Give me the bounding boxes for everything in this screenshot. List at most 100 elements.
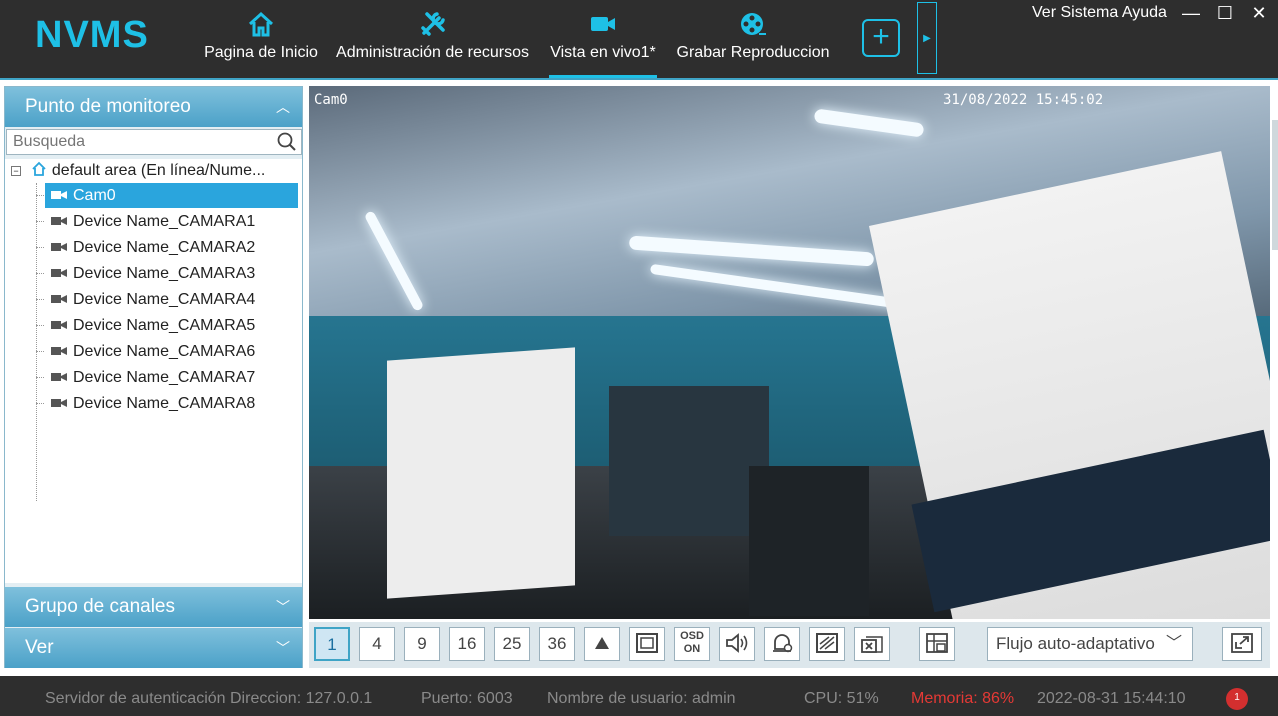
camera-icon (51, 217, 67, 225)
nav-playback[interactable]: Grabar Reproduccion (675, 10, 831, 70)
tree-camera-7[interactable]: Device Name_CAMARA7 (36, 365, 298, 390)
popout-icon (1231, 633, 1253, 653)
osd-label: OSD (680, 630, 704, 642)
right-scrollbar[interactable] (1272, 120, 1278, 250)
channel-group-title: Grupo de canales (25, 596, 175, 617)
tree-camera-3[interactable]: Device Name_CAMARA3 (36, 261, 298, 286)
memory-status: Memoria: 86% (911, 690, 1015, 707)
camera-label: Device Name_CAMARA1 (73, 213, 256, 230)
layout-4-button[interactable]: 4 (359, 627, 395, 661)
video-camera-icon (591, 17, 615, 31)
stretch-icon (816, 633, 838, 653)
top-bar: NVMS Pagina de Inicio Administración de … (0, 0, 1278, 80)
camera-icon (51, 191, 67, 199)
camera-label: Device Name_CAMARA4 (73, 291, 256, 308)
video-paper-sign (387, 347, 575, 599)
tree-root-default-area[interactable]: − default area (En línea/Nume... (11, 161, 265, 183)
port-status: Puerto: 6003 (421, 690, 513, 707)
video-rack (749, 466, 869, 616)
stream-mode-select[interactable]: Flujo auto-adaptativo ﹀ (987, 627, 1193, 661)
camera-label: Device Name_CAMARA7 (73, 369, 256, 386)
camera-icon (51, 295, 67, 303)
minimize-button[interactable]: — (1180, 2, 1202, 24)
camera-icon (51, 399, 67, 407)
monitor-point-title: Punto de monitoreo (25, 96, 191, 117)
camera-icon (51, 269, 67, 277)
auth-server-status: Servidor de autenticación Direccion: 127… (45, 690, 373, 707)
view-title: Ver (25, 637, 54, 658)
alarm-badge[interactable]: 1 (1226, 688, 1248, 710)
chevron-down-icon: ﹀ (1165, 635, 1182, 652)
speaker-icon (726, 633, 748, 653)
search-input[interactable] (7, 130, 267, 154)
video-timestamp: 31/08/2022 15:45:02 (943, 92, 1104, 108)
tree-camera-5[interactable]: Device Name_CAMARA5 (36, 313, 298, 338)
chevron-down-icon: ﹀ (276, 640, 290, 656)
fullscreen-icon (636, 633, 658, 653)
camera-label: Device Name_CAMARA2 (73, 239, 256, 256)
add-tab-button[interactable]: + (862, 19, 900, 57)
datetime-status: 2022-08-31 15:44:10 (1037, 690, 1186, 707)
search-icon[interactable] (277, 132, 297, 152)
layout-36-button[interactable]: 36 (539, 627, 575, 661)
user-status: Nombre de usuario: admin (547, 690, 736, 707)
stretch-button[interactable] (809, 627, 845, 661)
tree-camera-4[interactable]: Device Name_CAMARA4 (36, 287, 298, 312)
layout-25-button[interactable]: 25 (494, 627, 530, 661)
app-logo: NVMS (35, 14, 149, 56)
tree-camera-6[interactable]: Device Name_CAMARA6 (36, 339, 298, 364)
chevron-down-icon: ﹀ (276, 599, 290, 615)
layout-16-button[interactable]: 16 (449, 627, 485, 661)
layout-1-button[interactable]: 1 (314, 627, 350, 661)
nav-resource-admin-label: Administración de recursos (336, 44, 529, 61)
tree-camera-1[interactable]: Device Name_CAMARA1 (36, 209, 298, 234)
nav-live-view-label: Vista en vivo1* (550, 44, 656, 61)
tree-camera-cam0[interactable]: Cam0 (36, 183, 298, 208)
tree-camera-8[interactable]: Device Name_CAMARA8 (36, 391, 298, 416)
fullscreen-button[interactable] (629, 627, 665, 661)
layout-9-button[interactable]: 9 (404, 627, 440, 661)
channel-group-header[interactable]: Grupo de canales ﹀ (5, 587, 302, 627)
camera-icon (51, 347, 67, 355)
osd-toggle-button[interactable]: OSD ON (674, 627, 710, 661)
camera-label: Device Name_CAMARA6 (73, 343, 256, 360)
camera-icon (51, 373, 67, 381)
film-reel-icon (741, 13, 766, 35)
tab-scroll-button[interactable]: ▶ (917, 2, 937, 74)
save-view-button[interactable] (919, 627, 955, 661)
tree-connector (36, 183, 37, 501)
camera-label: Cam0 (73, 187, 116, 204)
camera-label: Device Name_CAMARA5 (73, 317, 256, 334)
tree-camera-2[interactable]: Device Name_CAMARA2 (36, 235, 298, 260)
nav-live-view[interactable]: Vista en vivo1* (549, 10, 657, 78)
nav-home[interactable]: Pagina de Inicio (204, 10, 318, 70)
close-all-button[interactable] (854, 627, 890, 661)
nav-home-label: Pagina de Inicio (204, 44, 318, 61)
maximize-button[interactable]: ☐ (1214, 2, 1236, 24)
live-video-pane[interactable]: Cam0 31/08/2022 15:45:02 (309, 86, 1270, 619)
status-bar: Servidor de autenticación Direccion: 127… (0, 676, 1278, 716)
video-camera-name: Cam0 (314, 92, 348, 108)
alarm-output-button[interactable] (764, 627, 800, 661)
camera-label: Device Name_CAMARA3 (73, 265, 256, 282)
camera-icon (51, 321, 67, 329)
nav-resource-admin[interactable]: Administración de recursos (333, 10, 532, 70)
chevron-up-icon: ︿ (276, 99, 290, 115)
triangle-up-icon (595, 637, 609, 649)
top-menu[interactable]: Ver Sistema Ayuda (1032, 4, 1167, 22)
audio-button[interactable] (719, 627, 755, 661)
close-window-icon (861, 636, 883, 653)
popout-button[interactable] (1222, 627, 1262, 661)
close-button[interactable]: ✕ (1248, 2, 1270, 24)
home-icon (32, 161, 47, 176)
collapse-icon[interactable]: − (11, 165, 21, 176)
video-toolbar: 1 4 9 16 25 36 OSD ON Flujo auto-adaptat… (309, 622, 1270, 668)
tools-icon (420, 12, 445, 36)
stream-mode-value: Flujo auto-adaptativo (996, 634, 1155, 653)
monitor-point-header[interactable]: Punto de monitoreo ︿ (5, 87, 302, 127)
cpu-status: CPU: 51% (804, 690, 879, 707)
more-layouts-button[interactable] (584, 627, 620, 661)
view-header[interactable]: Ver ﹀ (5, 628, 302, 668)
alarm-bell-icon (773, 634, 793, 653)
device-tree: − default area (En línea/Nume... Cam0 De… (5, 159, 302, 583)
